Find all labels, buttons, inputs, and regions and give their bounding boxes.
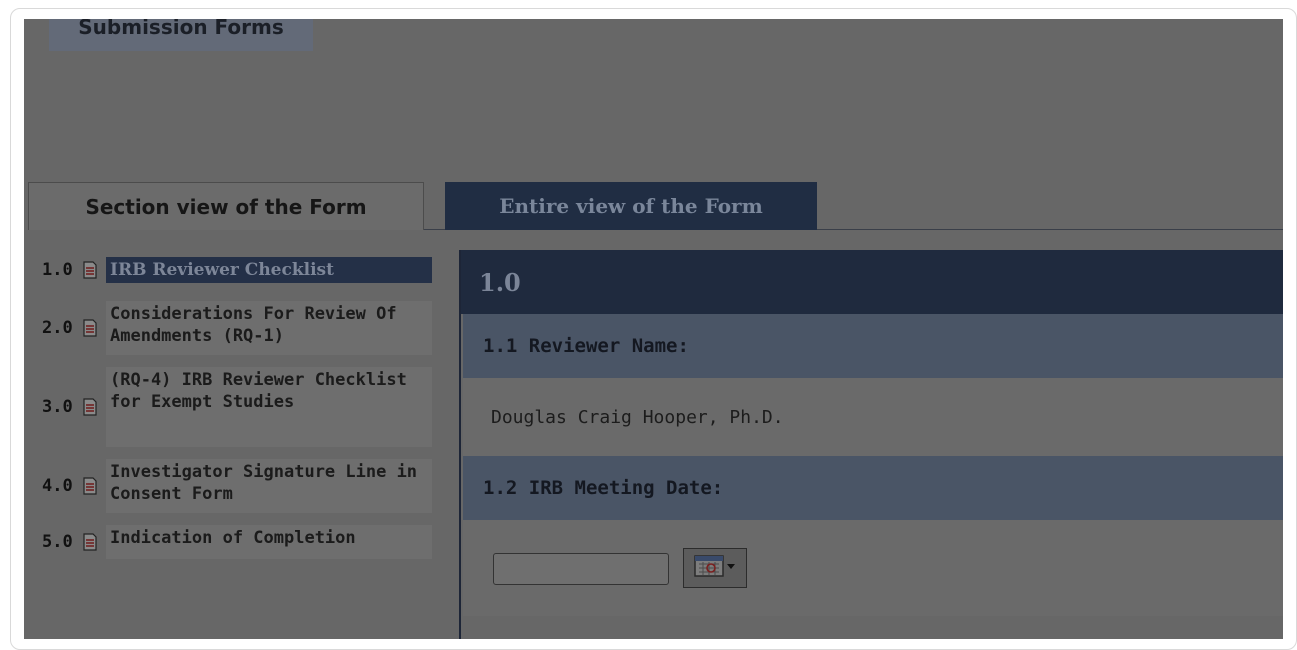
submission-forms-tab[interactable]: Submission Forms: [49, 19, 313, 51]
nav-item-label[interactable]: IRB Reviewer Checklist: [106, 256, 432, 283]
nav-item-number: 2.0: [42, 318, 73, 338]
tab-entire-view[interactable]: Entire view of the Form: [445, 182, 817, 230]
reviewer-name-value: Douglas Craig Hooper, Ph.D.: [463, 378, 1283, 456]
form-screen: Submission Forms Section view of the For…: [24, 19, 1283, 639]
nav-item-label[interactable]: Considerations For Review Of Amendments …: [106, 301, 432, 355]
tab-section-view[interactable]: Section view of the Form: [28, 182, 424, 230]
nav-item-label[interactable]: Indication of Completion: [106, 525, 432, 559]
calendar-icon: [693, 553, 737, 584]
nav-item[interactable]: 3.0 (RQ-4) IRB Reviewer Checklist for Ex…: [42, 367, 432, 447]
nav-item-number: 1.0: [42, 259, 73, 280]
nav-item-number: 3.0: [42, 397, 73, 417]
nav-item[interactable]: 5.0 Indication of Completion: [42, 525, 432, 559]
meeting-date-input[interactable]: [493, 553, 669, 585]
date-picker-button[interactable]: [683, 548, 747, 588]
nav-item[interactable]: 1.0 IRB Reviewer Checklist: [42, 251, 432, 288]
document-icon: [82, 398, 98, 416]
question-reviewer-name-label: 1.1 Reviewer Name:: [463, 314, 1283, 378]
section-header: 1.0: [461, 250, 1283, 314]
document-icon: [82, 477, 98, 495]
nav-item-label[interactable]: Investigator Signature Line in Consent F…: [106, 459, 432, 513]
form-panel: 1.0 1.1 Reviewer Name: Douglas Craig Hoo…: [459, 250, 1283, 639]
nav-item[interactable]: 2.0 Considerations For Review Of Amendme…: [42, 301, 432, 355]
section-nav: 1.0 IRB Reviewer Checklist 2.0 Considera…: [42, 251, 432, 569]
nav-item[interactable]: 4.0 Investigator Signature Line in Conse…: [42, 459, 432, 513]
nav-item-label[interactable]: (RQ-4) IRB Reviewer Checklist for Exempt…: [106, 367, 432, 447]
meeting-date-row: [463, 520, 1283, 616]
document-icon: [82, 533, 98, 551]
question-meeting-date-label: 1.2 IRB Meeting Date:: [463, 456, 1283, 520]
nav-item-number: 4.0: [42, 476, 73, 496]
nav-item-number: 5.0: [42, 532, 73, 552]
document-icon: [82, 319, 98, 337]
document-icon: [82, 260, 98, 279]
